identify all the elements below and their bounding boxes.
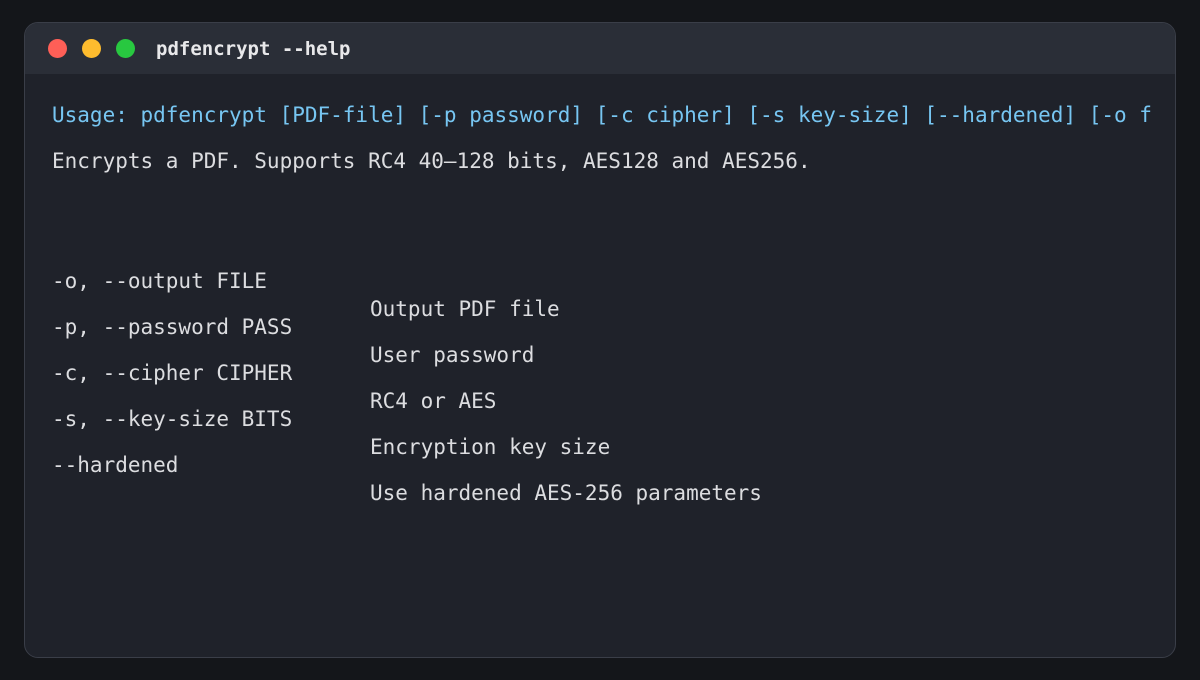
terminal-window: pdfencrypt --help Usage: pdfencrypt [PDF… [24,22,1176,658]
option-row: --hardened Use hardened AES-256 paramete… [52,423,762,505]
minimize-window-button[interactable] [82,39,101,58]
option-description: RC4 or AES [370,389,497,413]
option-flag: --hardened [52,453,179,477]
option-row: -c, --cipher CIPHER RC4 or AES [52,331,496,413]
option-row: -s, --key-size BITS Encryption key size [52,377,610,459]
option-description: User password [370,343,535,367]
maximize-window-button[interactable] [116,39,135,58]
option-row: -p, --password PASS User password [52,285,534,367]
option-row: -o, --output FILE Output PDF file [52,239,560,321]
close-window-button[interactable] [48,39,67,58]
usage-line: Usage: pdfencrypt [PDF-file] [-p passwor… [52,103,1152,127]
title-bar: pdfencrypt --help [25,23,1175,74]
option-description: Encryption key size [370,435,611,459]
window-title: pdfencrypt --help [156,37,351,60]
description-line: Encrypts a PDF. Supports RC4 40–128 bits… [52,149,811,173]
option-description: Output PDF file [370,297,560,321]
option-description: Use hardened AES-256 parameters [370,481,762,505]
